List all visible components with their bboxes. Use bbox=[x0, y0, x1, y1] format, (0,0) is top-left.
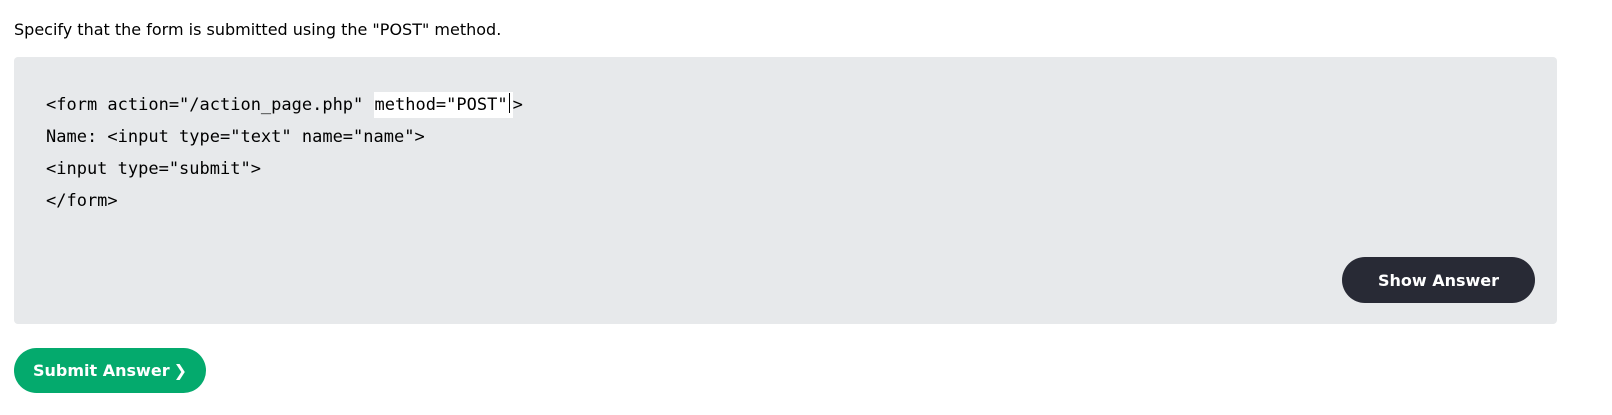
code-line-1-suffix: > bbox=[512, 95, 523, 115]
code-line-1-prefix: <form action="/action_page.php" bbox=[46, 95, 374, 115]
code-block: <form action="/action_page.php" method="… bbox=[46, 89, 523, 217]
text-caret bbox=[508, 93, 510, 113]
show-answer-label: Show Answer bbox=[1377, 270, 1500, 290]
answer-input[interactable]: method="POST" bbox=[373, 92, 513, 118]
code-line-2: Name: <input type="text" name="name"> bbox=[46, 127, 425, 147]
exercise-instruction: Specify that the form is submitted using… bbox=[14, 20, 502, 39]
code-line-4: </form> bbox=[46, 191, 118, 211]
submit-answer-button[interactable]: Submit Answer ❯ bbox=[14, 348, 206, 393]
code-line-3: <input type="submit"> bbox=[46, 159, 261, 179]
submit-answer-label: Submit Answer bbox=[33, 361, 170, 380]
code-exercise-box: <form action="/action_page.php" method="… bbox=[14, 57, 1557, 324]
code-line-1: <form action="/action_page.php" method="… bbox=[46, 89, 523, 121]
show-answer-button[interactable]: Show Answer bbox=[1342, 257, 1535, 303]
chevron-right-icon: ❯ bbox=[173, 361, 187, 380]
answer-input-value: method="POST" bbox=[374, 95, 508, 115]
